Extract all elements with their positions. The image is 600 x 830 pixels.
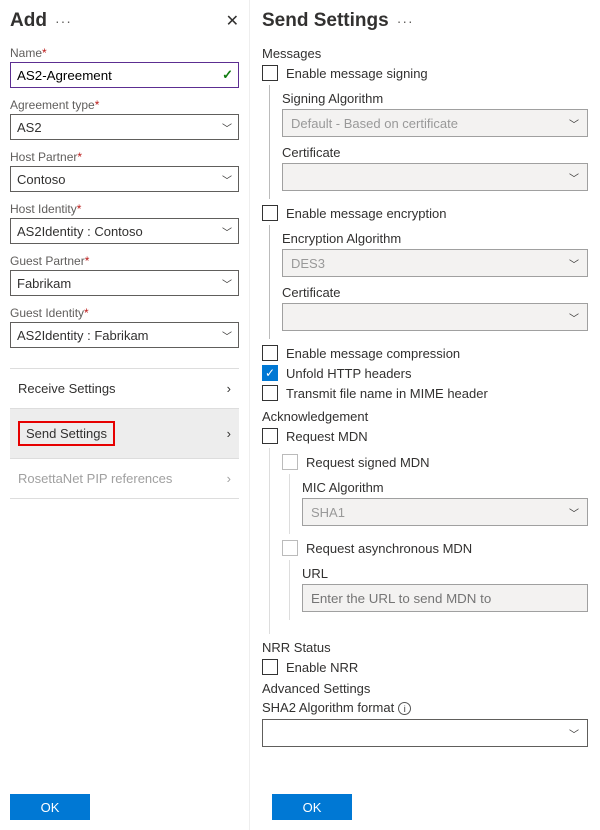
valid-check-icon: ✓ (222, 67, 233, 83)
ack-section-label: Acknowledgement (262, 409, 588, 424)
unfold-headers-checkbox[interactable]: ✓ (262, 365, 278, 381)
enable-encryption-label: Enable message encryption (286, 206, 446, 221)
chevron-right-icon: › (227, 426, 231, 441)
nrr-section-label: NRR Status (262, 640, 588, 655)
chevron-down-icon: ﹀ (222, 120, 232, 135)
encryption-certificate-select[interactable]: ﹀ (282, 303, 588, 331)
agreement-type-select[interactable]: AS2﹀ (10, 114, 239, 140)
blade-title: Send Settings (262, 10, 389, 32)
chevron-down-icon: ﹀ (569, 256, 579, 271)
signing-certificate-select[interactable]: ﹀ (282, 163, 588, 191)
host-partner-select[interactable]: Contoso﹀ (10, 166, 239, 192)
enable-signing-label: Enable message signing (286, 66, 428, 81)
nav-receive-settings[interactable]: Receive Settings› (10, 369, 239, 409)
host-partner-label: Host Partner* (10, 150, 239, 164)
guest-partner-label: Guest Partner* (10, 254, 239, 268)
blade-title: Add (10, 10, 47, 32)
signing-algorithm-label: Signing Algorithm (282, 91, 588, 106)
guest-identity-label: Guest Identity* (10, 306, 239, 320)
request-signed-mdn-label: Request signed MDN (306, 455, 430, 470)
request-mdn-label: Request MDN (286, 429, 368, 444)
encryption-algorithm-label: Encryption Algorithm (282, 231, 588, 246)
chevron-down-icon: ﹀ (569, 726, 579, 741)
chevron-down-icon: ﹀ (222, 172, 232, 187)
chevron-right-icon: › (227, 471, 231, 486)
chevron-down-icon: ﹀ (569, 170, 579, 185)
enable-signing-checkbox[interactable] (262, 65, 278, 81)
blade-header: Add ··· ✕ (10, 10, 239, 32)
enable-compression-checkbox[interactable] (262, 345, 278, 361)
mdn-url-input[interactable] (302, 584, 588, 612)
blade-header: Send Settings ··· (262, 10, 588, 32)
name-input[interactable] (10, 62, 239, 88)
request-signed-mdn-checkbox[interactable] (282, 454, 298, 470)
sha2-format-label: SHA2 Algorithm formati (262, 700, 588, 715)
unfold-headers-label: Unfold HTTP headers (286, 366, 412, 381)
guest-partner-select[interactable]: Fabrikam﹀ (10, 270, 239, 296)
encryption-algorithm-select[interactable]: DES3﹀ (282, 249, 588, 277)
enable-nrr-checkbox[interactable] (262, 659, 278, 675)
enable-nrr-label: Enable NRR (286, 660, 358, 675)
send-settings-blade: Send Settings ··· Messages Enable messag… (250, 0, 600, 830)
sha2-format-select[interactable]: ﹀ (262, 719, 588, 747)
chevron-right-icon: › (227, 381, 231, 396)
add-blade: Add ··· ✕ Name* ✓ Agreement type* AS2﹀ H… (0, 0, 250, 830)
more-icon[interactable]: ··· (55, 13, 72, 29)
transmit-filename-label: Transmit file name in MIME header (286, 386, 488, 401)
chevron-down-icon: ﹀ (569, 505, 579, 520)
nav-send-settings[interactable]: Send Settings › (10, 409, 239, 459)
signing-algorithm-select[interactable]: Default - Based on certificate﹀ (282, 109, 588, 137)
ok-button[interactable]: OK (10, 794, 90, 820)
enable-encryption-checkbox[interactable] (262, 205, 278, 221)
mic-algorithm-select[interactable]: SHA1﹀ (302, 498, 588, 526)
chevron-down-icon: ﹀ (222, 224, 232, 239)
enable-compression-label: Enable message compression (286, 346, 460, 361)
mic-algorithm-label: MIC Algorithm (302, 480, 588, 495)
request-mdn-checkbox[interactable] (262, 428, 278, 444)
more-icon[interactable]: ··· (397, 13, 414, 29)
chevron-down-icon: ﹀ (222, 276, 232, 291)
encryption-certificate-label: Certificate (282, 285, 588, 300)
host-identity-select[interactable]: AS2Identity : Contoso﹀ (10, 218, 239, 244)
ok-button[interactable]: OK (272, 794, 352, 820)
messages-section-label: Messages (262, 46, 588, 61)
agreement-type-label: Agreement type* (10, 98, 239, 112)
name-label: Name* (10, 46, 239, 60)
chevron-down-icon: ﹀ (569, 116, 579, 131)
url-label: URL (302, 566, 588, 581)
nav-send-settings-label: Send Settings (18, 421, 115, 446)
guest-identity-select[interactable]: AS2Identity : Fabrikam﹀ (10, 322, 239, 348)
chevron-down-icon: ﹀ (569, 310, 579, 325)
request-async-mdn-label: Request asynchronous MDN (306, 541, 472, 556)
request-async-mdn-checkbox[interactable] (282, 540, 298, 556)
host-identity-label: Host Identity* (10, 202, 239, 216)
chevron-down-icon: ﹀ (222, 328, 232, 343)
signing-certificate-label: Certificate (282, 145, 588, 160)
transmit-filename-checkbox[interactable] (262, 385, 278, 401)
advanced-section-label: Advanced Settings (262, 681, 588, 696)
info-icon[interactable]: i (398, 702, 411, 715)
close-icon[interactable]: ✕ (226, 11, 239, 31)
nav-rosettanet[interactable]: RosettaNet PIP references› (10, 459, 239, 499)
